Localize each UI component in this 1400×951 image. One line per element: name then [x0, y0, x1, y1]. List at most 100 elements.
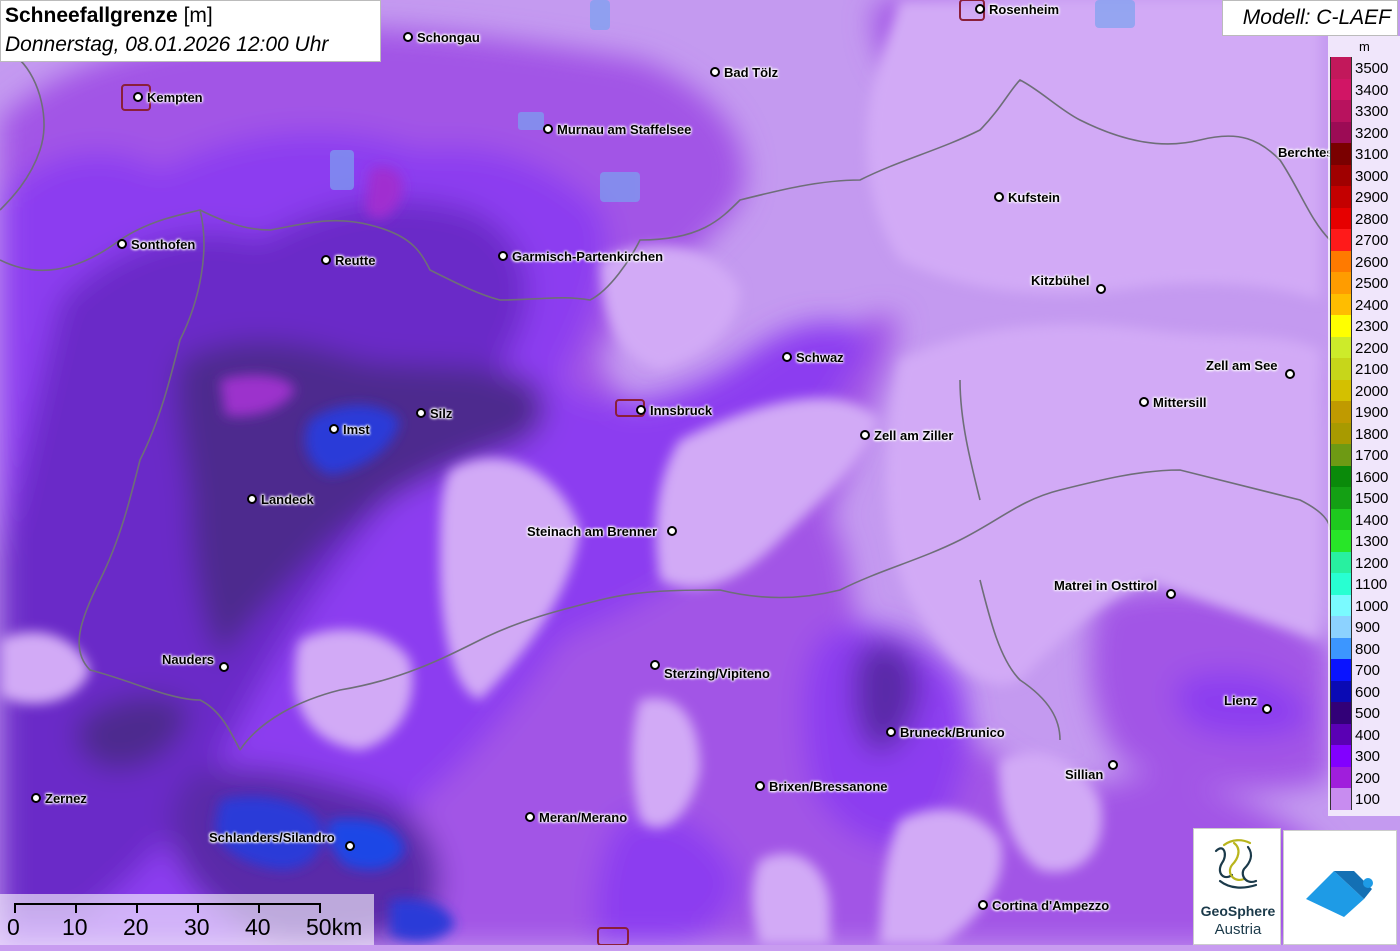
city-dot — [1108, 760, 1118, 770]
city-label[interactable]: Sterzing/Vipiteno — [664, 666, 770, 681]
legend-value: 400 — [1355, 726, 1381, 744]
city-label[interactable]: Kitzbühel — [1031, 273, 1090, 288]
city-dot — [321, 255, 331, 265]
city-label[interactable]: Zell am Ziller — [874, 428, 953, 443]
city-dot — [782, 352, 792, 362]
city-label[interactable]: Kempten — [147, 90, 203, 105]
city-dot — [133, 92, 143, 102]
legend-item: 1600 — [1328, 465, 1400, 487]
app-logo[interactable] — [1283, 830, 1397, 945]
city-label[interactable]: Zell am See — [1206, 358, 1278, 373]
city-label[interactable]: Mittersill — [1153, 395, 1206, 410]
map-title: Schneefallgrenze [m] — [5, 4, 213, 28]
legend-swatch — [1330, 250, 1352, 272]
legend-swatch — [1330, 659, 1352, 681]
legend-item: 1800 — [1328, 422, 1400, 444]
city-label[interactable]: Bruneck/Brunico — [900, 725, 1005, 740]
legend-item: 700 — [1328, 659, 1400, 681]
city-label[interactable]: Silz — [430, 406, 452, 421]
legend-item: 1200 — [1328, 551, 1400, 573]
legend-value: 3400 — [1355, 81, 1389, 99]
legend-item: 2900 — [1328, 186, 1400, 208]
legend-value: 2800 — [1355, 210, 1389, 228]
legend-unit: m — [1359, 39, 1370, 54]
city-label[interactable]: Steinach am Brenner — [527, 524, 657, 539]
legend-value: 3000 — [1355, 167, 1389, 185]
scale-label: 30 — [184, 914, 210, 940]
city-label[interactable]: Innsbruck — [650, 403, 712, 418]
city-label[interactable]: Bad Tölz — [724, 65, 778, 80]
city-label[interactable]: Imst — [343, 422, 370, 437]
legend-item: 2200 — [1328, 336, 1400, 358]
legend-value: 2200 — [1355, 339, 1389, 357]
city-label[interactable]: Reutte — [335, 253, 375, 268]
legend-swatch — [1330, 487, 1352, 509]
city-label[interactable]: Lienz — [1224, 693, 1257, 708]
scale-tick — [14, 903, 16, 913]
city-label[interactable]: Landeck — [261, 492, 314, 507]
geosphere-logo[interactable]: GeoSphere Austria — [1193, 828, 1281, 945]
legend-value: 2000 — [1355, 382, 1389, 400]
city-label[interactable]: Cortina d'Ampezzo — [992, 898, 1109, 913]
legend-value: 300 — [1355, 748, 1381, 765]
city-label[interactable]: Sillian — [1065, 767, 1103, 782]
city-label[interactable]: Kufstein — [1008, 190, 1060, 205]
city-label[interactable]: Schwaz — [796, 350, 844, 365]
legend-swatch — [1330, 637, 1352, 659]
legend-value: 3100 — [1355, 146, 1389, 163]
legend-item: 2500 — [1328, 272, 1400, 294]
city-label[interactable]: Murnau am Staffelsee — [557, 122, 691, 137]
city-label[interactable]: Garmisch-Partenkirchen — [512, 249, 663, 264]
city-label[interactable]: Matrei in Osttirol — [1054, 578, 1157, 593]
city-label[interactable]: Schongau — [417, 30, 480, 45]
legend-item: 100 — [1328, 788, 1400, 810]
city-dot — [525, 812, 535, 822]
legend-item: 3400 — [1328, 78, 1400, 100]
legend-item: 2000 — [1328, 379, 1400, 401]
title-text: Schneefallgrenze — [5, 4, 178, 27]
legend-value: 700 — [1355, 662, 1381, 679]
legend-swatch — [1330, 745, 1352, 767]
city-dot — [416, 408, 426, 418]
legend-swatch — [1330, 121, 1352, 143]
legend-swatch — [1330, 766, 1352, 788]
legend-value: 3500 — [1355, 60, 1389, 77]
city-label[interactable]: Nauders — [162, 652, 214, 667]
map-title-box: Schneefallgrenze [m] Donnerstag, 08.01.2… — [0, 0, 381, 62]
city-label[interactable]: Zernez — [45, 791, 87, 806]
city-dot — [219, 662, 229, 672]
city-dot — [667, 526, 677, 536]
legend-swatch — [1330, 164, 1352, 186]
city-dot — [710, 67, 720, 77]
city-label[interactable]: Meran/Merano — [539, 810, 627, 825]
scale-tick — [197, 903, 199, 913]
legend-swatch — [1330, 186, 1352, 208]
legend-swatch — [1330, 78, 1352, 100]
city-dot — [403, 32, 413, 42]
legend-swatch — [1330, 272, 1352, 294]
legend-value: 1500 — [1355, 490, 1389, 507]
legend-value: 1100 — [1355, 576, 1388, 593]
snowfall-limit-map[interactable] — [0, 0, 1400, 945]
legend-value: 200 — [1355, 769, 1381, 787]
scale-tick — [258, 903, 260, 913]
legend-item: 200 — [1328, 766, 1400, 788]
city-dot — [755, 781, 765, 791]
city-dot — [247, 494, 257, 504]
city-dot — [329, 424, 339, 434]
city-label[interactable]: Brixen/Bressanone — [769, 779, 888, 794]
city-label[interactable]: Rosenheim — [989, 2, 1059, 17]
legend-swatch — [1330, 229, 1352, 251]
legend-value: 3200 — [1355, 124, 1389, 142]
legend-value: 1600 — [1355, 468, 1389, 486]
city-label[interactable]: Berchtes — [1278, 145, 1334, 160]
city-dot — [345, 841, 355, 851]
legend-swatch — [1330, 143, 1352, 165]
city-label[interactable]: Sonthofen — [131, 237, 195, 252]
city-label[interactable]: Schlanders/Silandro — [209, 830, 335, 845]
legend-value: 500 — [1355, 705, 1381, 722]
legend-value: 2500 — [1355, 275, 1389, 292]
legend-swatch — [1330, 723, 1352, 745]
legend-swatch — [1330, 594, 1352, 616]
scale-line — [14, 903, 321, 905]
